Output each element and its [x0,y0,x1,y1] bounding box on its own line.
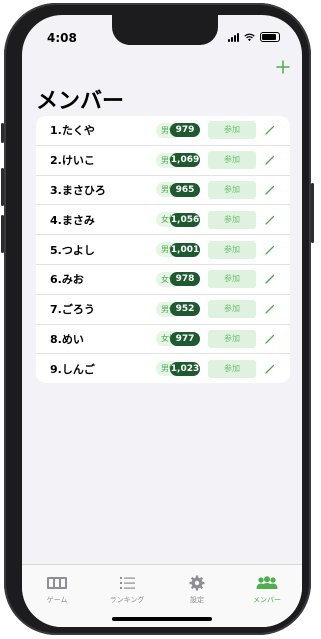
score-badge: 977 [170,331,200,346]
battery-icon [260,32,280,42]
tab-bar: ゲーム ランキング 設定 メンバー [22,564,302,627]
pencil-icon[interactable] [264,363,276,375]
tab-members[interactable]: メンバー [232,575,302,605]
member-row[interactable]: 7.ごろう 男性 952 参加 [36,295,290,325]
status-time: 4:08 [47,31,77,45]
member-row[interactable]: 8.めい 女性 977 参加 [36,325,290,355]
wifi-icon [244,33,255,41]
tab-settings[interactable]: 設定 [162,575,232,605]
join-button[interactable]: 参加 [208,121,256,140]
phone-frame: 4:08 メンバー 1.たくや 男性 979 参加 2.けいこ 男性 1,069 参加 3.まさ… [1,3,314,635]
pencil-icon[interactable] [264,214,276,226]
signal-icon [228,32,239,42]
member-name: 2.けいこ [50,154,95,168]
volume-up-button [1,168,4,206]
score-badge: 1,001 [170,242,200,257]
tab-ranking[interactable]: ランキング [92,575,162,605]
pencil-icon[interactable] [264,244,276,256]
member-name: 6.みお [50,273,84,287]
plus-icon [276,60,290,74]
volume-down-button [1,215,4,253]
status-icons [228,32,280,42]
member-name: 1.たくや [50,124,95,138]
join-button[interactable]: 参加 [208,270,256,289]
pencil-icon[interactable] [264,154,276,166]
member-row[interactable]: 3.まさひろ 男性 965 参加 [36,176,290,206]
join-button[interactable]: 参加 [208,210,256,229]
people-icon [256,576,278,589]
score-badge: 1,056 [170,212,200,227]
game-board-icon [47,577,67,589]
pencil-icon[interactable] [264,273,276,285]
tab-label: 設定 [190,596,204,604]
pencil-icon[interactable] [264,303,276,315]
join-button[interactable]: 参加 [208,359,256,378]
tab-label: ランキング [109,596,145,604]
member-row[interactable]: 9.しんご 男性 1,023 参加 [36,354,290,383]
list-icon [120,577,135,589]
score-badge: 1,069 [170,153,200,168]
add-member-button[interactable] [276,57,290,79]
tab-label: ゲーム [46,596,68,604]
score-badge: 978 [170,272,200,287]
member-name: 4.まさみ [50,213,95,227]
member-row[interactable]: 4.まさみ 女性 1,056 参加 [36,205,290,236]
member-row[interactable]: 2.けいこ 男性 1,069 参加 [36,146,290,176]
page-title: メンバー [36,89,125,114]
pencil-icon[interactable] [264,124,276,136]
score-badge: 1,023 [170,361,200,376]
gear-icon [189,575,205,591]
member-name: 7.ごろう [50,303,95,317]
member-name: 3.まさひろ [50,183,106,197]
score-badge: 952 [170,302,200,317]
member-row[interactable]: 5.つよし 男性 1,001 参加 [36,235,290,265]
notch [112,15,218,45]
score-badge: 979 [170,123,200,138]
join-button[interactable]: 参加 [208,329,256,348]
pencil-icon[interactable] [264,333,276,345]
tab-game[interactable]: ゲーム [22,575,92,605]
join-button[interactable]: 参加 [208,151,256,170]
join-button[interactable]: 参加 [208,240,256,259]
tab-label: メンバー [253,596,281,604]
score-badge: 965 [170,182,200,197]
member-name: 9.しんご [50,362,95,376]
home-indicator [112,617,212,621]
member-row[interactable]: 6.みお 女性 978 参加 [36,265,290,295]
mute-switch [1,123,4,143]
join-button[interactable]: 参加 [208,180,256,199]
member-row[interactable]: 1.たくや 男性 979 参加 [36,116,290,146]
member-name: 5.つよし [50,243,95,257]
member-list: 1.たくや 男性 979 参加 2.けいこ 男性 1,069 参加 3.まさひろ 男性 965 参加 4… [36,116,290,384]
power-button [311,183,314,243]
join-button[interactable]: 参加 [208,300,256,319]
member-name: 8.めい [50,332,84,346]
screen: 4:08 メンバー 1.たくや 男性 979 参加 2.けいこ 男性 1,069 参加 3.まさ… [22,15,302,627]
pencil-icon[interactable] [264,184,276,196]
